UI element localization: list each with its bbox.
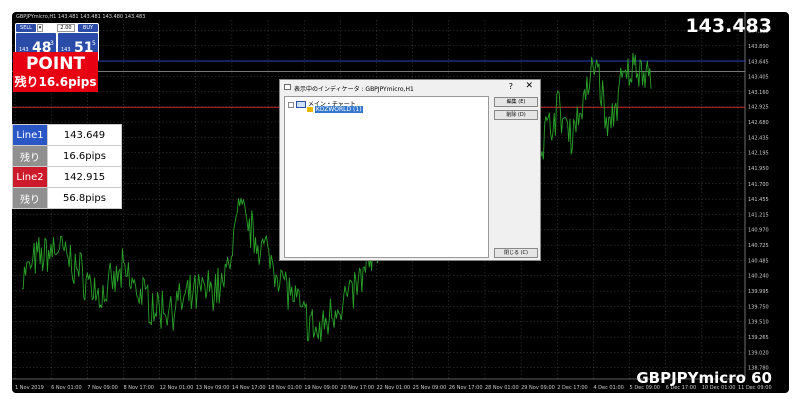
- buy-button[interactable]: BUY: [78, 24, 98, 32]
- close-icon[interactable]: ✕: [525, 81, 533, 91]
- info-row-value: 142.915: [47, 166, 122, 188]
- price-tick-label: 140.970: [748, 228, 769, 234]
- close-button[interactable]: 閉じる (C): [494, 248, 538, 258]
- info-row-label: Line2: [12, 166, 48, 188]
- info-row: Line1 143.649: [12, 124, 122, 146]
- price-tick-label: 142.435: [748, 135, 769, 141]
- indicators-dialog: 表示中のインディケータ : GBPJPYmicro,H1 ? ✕ メイン・チャー…: [279, 79, 541, 261]
- time-tick-label: 2 Dec 17:00: [557, 385, 587, 391]
- line-info-table: Line1 143.649 残り 16.6pips Line2 142.915 残り 56.8…: [12, 124, 122, 209]
- time-tick-label: 13 Nov 09:00: [196, 385, 230, 391]
- price-tick-label: 141.455: [748, 197, 769, 203]
- time-tick-label: 12 Nov 01:00: [160, 385, 194, 391]
- sell-button[interactable]: SELL: [16, 24, 36, 32]
- info-row-label: 残り: [12, 145, 48, 167]
- price-tick-label: 142.925: [748, 105, 769, 111]
- lot-decrease-button[interactable]: ▾: [37, 24, 43, 32]
- point-remaining: 残り16.6pips: [14, 75, 97, 89]
- edit-button[interactable]: 編集 (E): [494, 97, 538, 107]
- dialog-title: 表示中のインディケータ : GBPJPYmicro,H1: [294, 86, 414, 93]
- time-tick-label: 25 Nov 09:00: [413, 385, 447, 391]
- price-tick-label: 141.215: [748, 212, 769, 218]
- info-row-value: 16.6pips: [47, 145, 122, 167]
- price-tick-label: 139.020: [748, 351, 769, 357]
- tree-item-kozworld[interactable]: KOZWORLD (1): [307, 106, 363, 113]
- price-tick-label: 140.485: [748, 258, 769, 264]
- price-tick-label: 141.700: [748, 182, 769, 188]
- price-tick-label: 143.160: [748, 90, 769, 96]
- info-row: 残り 16.6pips: [12, 145, 122, 167]
- info-row-value: 143.649: [47, 124, 122, 146]
- symbol-timeframe-label: GBPJPYmicro 60: [636, 369, 772, 387]
- time-tick-label: 14 Nov 17:00: [232, 385, 266, 391]
- price-tick-label: 139.750: [748, 305, 769, 311]
- price-tick-label: 140.725: [748, 243, 769, 249]
- time-tick-label: 18 Nov 01:00: [268, 385, 302, 391]
- price-tick-label: 142.680: [748, 120, 769, 126]
- price-tick-label: 140.240: [748, 274, 769, 280]
- price-tick-label: 143.405: [748, 74, 769, 80]
- time-tick-label: 7 Nov 09:00: [87, 385, 118, 391]
- info-row-label: Line1: [12, 124, 48, 146]
- time-tick-label: 4 Dec 01:00: [593, 385, 623, 391]
- info-row: Line2 142.915: [12, 166, 122, 188]
- time-tick-label: 29 Nov 09:00: [521, 385, 555, 391]
- info-row: 残り 56.8pips: [12, 187, 122, 209]
- price-tick-label: 141.950: [748, 166, 769, 172]
- time-tick-label: 28 Nov 01:00: [485, 385, 519, 391]
- current-price: 143.483: [685, 15, 772, 37]
- time-tick-label: 22 Nov 01:00: [377, 385, 411, 391]
- price-tick-label: 139.265: [748, 335, 769, 341]
- info-row-label: 残り: [12, 187, 48, 209]
- indicator-tree[interactable]: メイン・チャート KOZWORLD (1): [284, 96, 489, 258]
- time-tick-label: 6 Nov 01:00: [51, 385, 82, 391]
- window-icon: [284, 84, 291, 90]
- lot-size-input[interactable]: 2.00: [57, 24, 75, 32]
- time-tick-label: 8 Nov 17:00: [123, 385, 154, 391]
- info-row-value: 56.8pips: [47, 187, 122, 209]
- chart-window-icon: [295, 101, 306, 108]
- time-tick-label: 1 Nov 2019: [15, 385, 44, 391]
- point-title: POINT: [25, 54, 86, 74]
- collapse-icon[interactable]: [288, 101, 294, 108]
- indicator-icon: [307, 107, 313, 112]
- price-tick-label: 142.195: [748, 151, 769, 157]
- chart-window[interactable]: 144.135 143.890 143.645 143.405 143.160 142.9…: [12, 12, 789, 393]
- price-tick-label: 143.645: [748, 59, 769, 65]
- price-tick-label: 139.995: [748, 289, 769, 295]
- chart-title-bar: GBPJPYmicro,H1 143.481 143.481 143.480 1…: [16, 14, 146, 20]
- time-tick-label: 26 Nov 17:00: [449, 385, 483, 391]
- help-icon[interactable]: ?: [509, 82, 513, 91]
- price-tick-label: 139.510: [748, 320, 769, 326]
- time-tick-label: 20 Nov 17:00: [340, 385, 374, 391]
- price-tick-label: 143.890: [748, 44, 769, 50]
- time-tick-label: 19 Nov 09:00: [304, 385, 338, 391]
- point-indicator-box: POINT 残り16.6pips: [13, 52, 98, 92]
- delete-button[interactable]: 削除 (D): [494, 110, 538, 120]
